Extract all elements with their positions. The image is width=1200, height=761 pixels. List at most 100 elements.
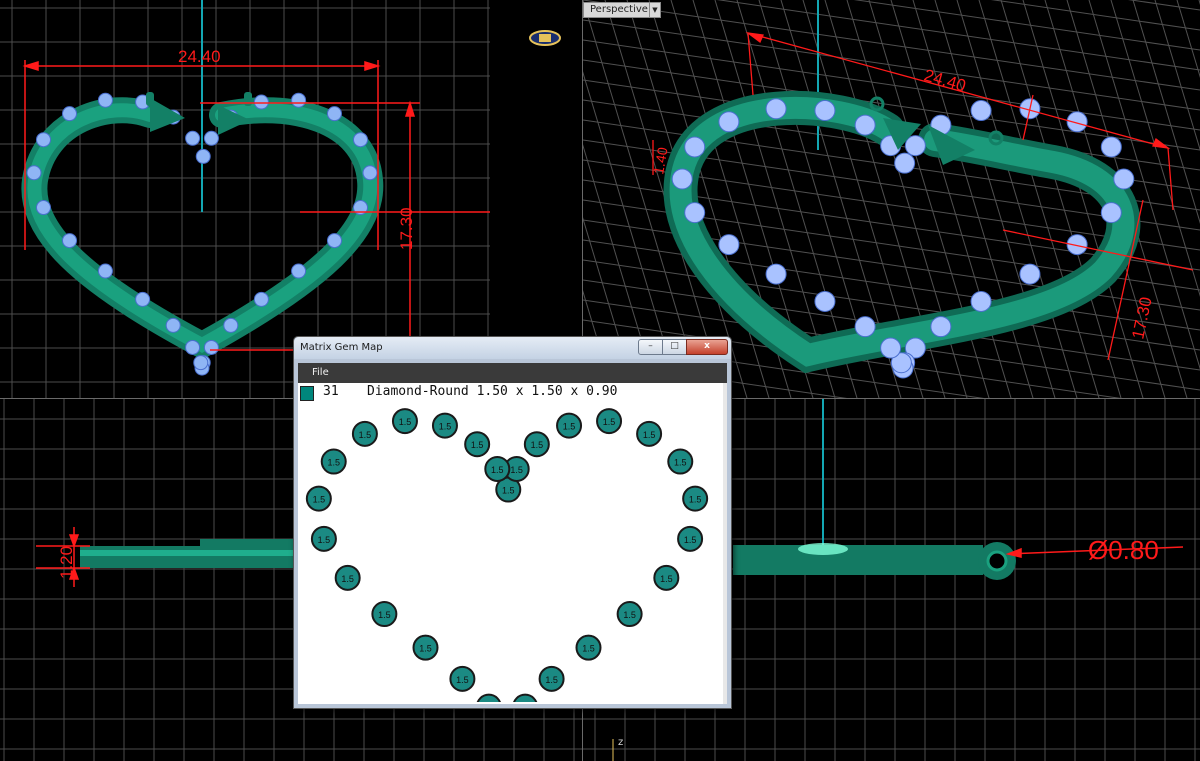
gem <box>26 165 42 181</box>
gem <box>135 291 151 307</box>
gem <box>185 339 201 355</box>
gem <box>326 106 342 122</box>
gem <box>291 92 307 108</box>
close-button[interactable]: x <box>686 339 728 355</box>
diameter-label: Ø0.80 <box>1088 535 1159 565</box>
gem-size-label: 1.5 <box>643 430 656 440</box>
gem <box>1100 136 1122 158</box>
gem <box>193 355 209 371</box>
gem-size-label: 1.5 <box>563 422 576 432</box>
gem-size-label: 1.5 <box>531 440 544 450</box>
gem <box>165 317 181 333</box>
gem <box>684 136 706 158</box>
gem-description: Diamond-Round 1.50 x 1.50 x 0.90 <box>367 384 618 399</box>
model-side-profile-right <box>733 542 1016 580</box>
viewcube-icon <box>529 30 561 46</box>
gem <box>894 152 916 174</box>
dimension-height-label: 17.30 <box>397 207 416 250</box>
gem-size-label: 1.5 <box>623 610 636 620</box>
gem <box>185 130 201 146</box>
gem <box>970 290 992 312</box>
gem-size-label: 1.5 <box>510 465 523 475</box>
gem <box>253 291 269 307</box>
gem-size-label: 1.5 <box>471 440 484 450</box>
gem <box>35 132 51 148</box>
gem <box>854 316 876 338</box>
gem <box>1100 202 1122 224</box>
gem <box>904 135 926 157</box>
gem-size-label: 1.5 <box>318 535 331 545</box>
chevron-down-icon: ▼ <box>649 3 660 17</box>
axis-z-label: z <box>618 737 624 748</box>
dimension-width-label: 24.40 <box>178 47 221 66</box>
gem <box>1113 168 1135 190</box>
gem <box>880 337 902 359</box>
gem <box>203 339 219 355</box>
gem <box>97 92 113 108</box>
gem <box>35 200 51 216</box>
gem-size-label: 1.5 <box>313 495 326 505</box>
gem-size-label: 1.5 <box>491 465 504 475</box>
gem <box>718 234 740 256</box>
gem-map-canvas[interactable]: 1.5 1.5 1.5 1.5 1.5 1.5 1.5 1.5 1.5 1.5 1.5 1.5 1.5 1… <box>298 383 727 704</box>
gem <box>814 100 836 122</box>
gem <box>684 202 706 224</box>
gem-size-label: 1.5 <box>545 675 558 685</box>
gem-map-titlebar[interactable]: Matrix Gem Map – □ x <box>294 337 731 359</box>
gem-size-label: 1.5 <box>603 417 616 427</box>
gem-size-label: 1.5 <box>502 486 515 496</box>
gem-size-label: 1.5 <box>689 495 702 505</box>
gem-map-svg: 1.5 1.5 1.5 1.5 1.5 1.5 1.5 1.5 1.5 1.5 1.5 1.5 1.5 1… <box>305 408 709 702</box>
gem <box>765 98 787 120</box>
gem <box>476 693 501 702</box>
gem <box>62 106 78 122</box>
gem-size-label: 1.5 <box>674 458 687 468</box>
gem <box>353 132 369 148</box>
gem-size-label: 1.5 <box>456 675 469 685</box>
gem <box>814 290 836 312</box>
menu-file[interactable]: File <box>298 367 329 378</box>
gem <box>253 94 269 110</box>
gem-color-swatch <box>300 386 314 401</box>
gem-size-label: 1.5 <box>684 535 697 545</box>
gem-size-label: 1.5 <box>439 422 452 432</box>
gem-size-label: 1.5 <box>341 574 354 584</box>
minimize-button[interactable]: – <box>638 339 663 355</box>
gem-size-label: 1.5 <box>660 574 673 584</box>
gem-map-window[interactable]: Matrix Gem Map – □ x File 1.5 1.5 1.5 1.5 1.… <box>293 336 732 709</box>
gem <box>930 316 952 338</box>
gem-size-label: 1.5 <box>399 417 412 427</box>
gem <box>97 263 113 279</box>
gem <box>362 165 378 181</box>
gem-size-label: 1.5 <box>327 458 340 468</box>
gem <box>62 233 78 249</box>
window-title: Matrix Gem Map <box>300 342 383 353</box>
heart-model-perspective <box>663 91 1141 379</box>
perspective-height-label: 17.30 <box>1128 295 1155 341</box>
gem <box>195 148 211 164</box>
gem-size-label: 1.5 <box>582 644 595 654</box>
gem <box>223 317 239 333</box>
gem <box>765 263 787 285</box>
gem <box>718 111 740 133</box>
gem-size-label: 1.5 <box>359 430 372 440</box>
gem <box>1019 263 1041 285</box>
vertical-scrollbar[interactable] <box>723 383 727 704</box>
perspective-view-menu[interactable]: Perspective ▼ <box>583 2 661 18</box>
gem-size-label: 1.5 <box>419 644 432 654</box>
gem <box>854 114 876 136</box>
gem <box>291 263 307 279</box>
maximize-button[interactable]: □ <box>662 339 687 355</box>
gem <box>671 168 693 190</box>
gem <box>203 130 219 146</box>
perspective-label: Perspective <box>590 4 648 15</box>
model-side-profile <box>80 539 320 568</box>
gem <box>513 693 538 702</box>
gem-map-menubar: File <box>298 363 727 383</box>
gem-size-label: 1.5 <box>378 610 391 620</box>
gem <box>326 233 342 249</box>
gem-count: 31 <box>323 384 339 399</box>
thickness-label: 1.20 <box>57 546 76 579</box>
perspective-width-label: 24.40 <box>922 66 968 96</box>
gem <box>970 100 992 122</box>
